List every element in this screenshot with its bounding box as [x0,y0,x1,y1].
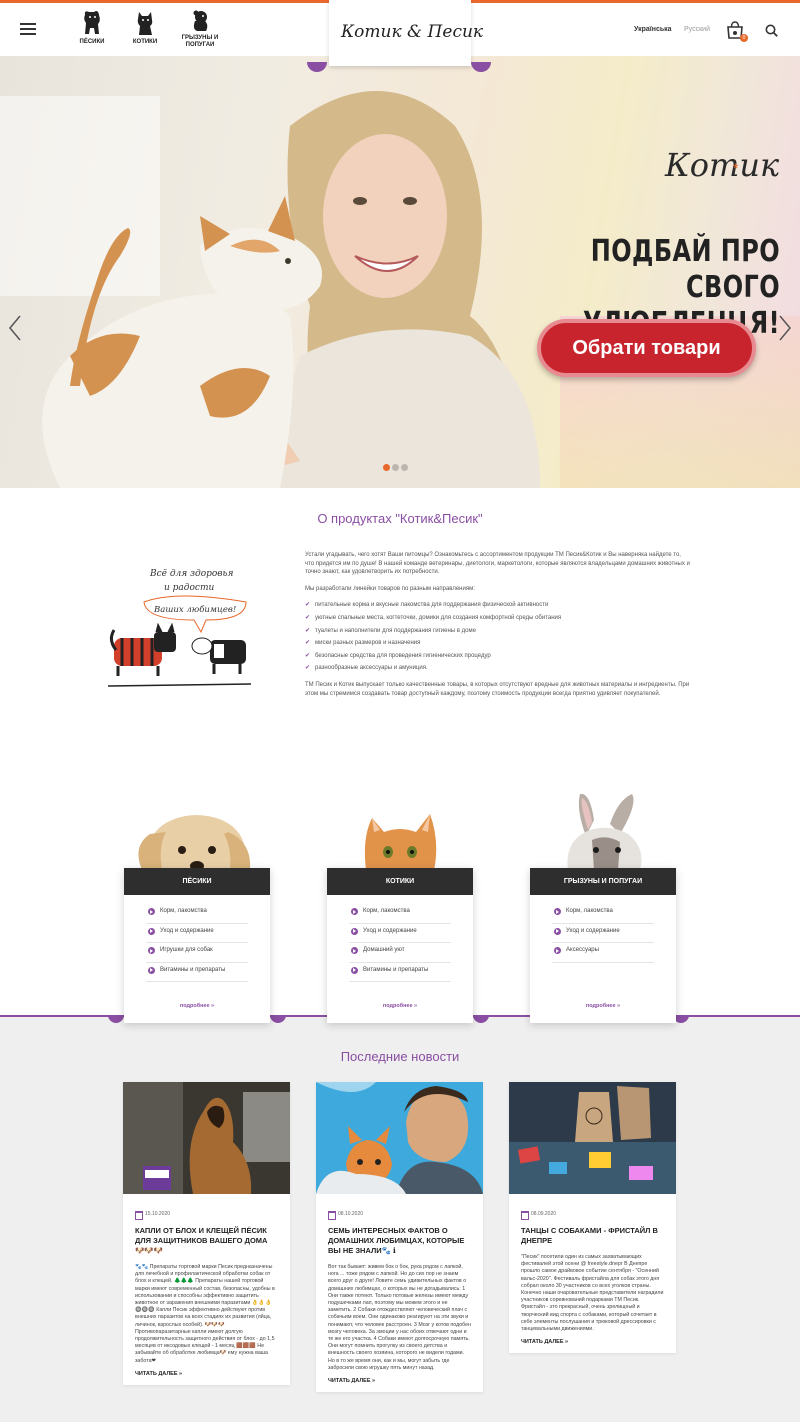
category-card-rodents: ГРЫЗУНЫ И ПОПУГАИ Корм, лакомства Уход и… [530,868,676,1023]
about-list-item: питательные корма и вкусные лакомства дл… [305,601,690,610]
category-link[interactable]: Корм, лакомства [146,904,248,924]
hero-brand-star: * [733,160,739,176]
cart-count-badge: 0 [740,34,748,42]
nav-dogs-label: ПЁСИКИ [79,39,105,45]
hero-cta-button[interactable]: Обрати товари [537,319,756,377]
slider-dot-3[interactable] [401,464,408,471]
news-headline[interactable]: КАПЛИ ОТ БЛОХ И КЛЕЩЕЙ ПЁСИК ДЛЯ ЗАЩИТНИ… [135,1226,278,1256]
news-read-more[interactable]: ЧИТАТЬ ДАЛЕЕ » [328,1378,471,1384]
hero-slider: Котик * ПОДБАЙ ПРО СВОГО УЛЮБЛЕНЦЯ! Обра… [0,56,800,488]
lang-ukrainian[interactable]: Українська [634,26,672,33]
about-list-item: туалеты и наполнители для поддержания ги… [305,627,690,636]
about-illustration: Всё для здоровья и радости Ваших любимце… [107,569,252,687]
category-link[interactable]: Игрушки для собак [146,943,248,963]
category-title[interactable]: КОТИКИ [327,868,473,895]
illustration-caption: Всё для здоровья [149,569,233,579]
site-logo[interactable]: Котик & Песик [307,0,491,72]
lang-russian[interactable]: Русский [684,26,710,33]
about-list: питательные корма и вкусные лакомства дл… [305,601,690,673]
nav-cats[interactable]: КОТИКИ [115,9,175,46]
category-title[interactable]: ПЁСИКИ [124,868,270,895]
about-title: О продуктах "Котик&Песик" [317,511,483,526]
category-link[interactable]: Аксессуары [552,943,654,963]
news-date: 15.10.2020 [135,1211,290,1220]
kitten-photo [364,814,437,870]
category-link[interactable]: Корм, лакомства [349,904,451,924]
slider-dot-2[interactable] [392,464,399,471]
rabbit-photo [567,793,642,870]
nav-rodents-label: ГРЫЗУНЫ И ПОПУГАИ [181,35,219,48]
news-date: 08.09.2020 [521,1211,676,1220]
search-icon[interactable] [765,24,778,37]
about-lines-intro: Мы разработали линейки товаров по разным… [305,585,475,592]
about-intro: Устали угадывать, чего хотят Ваши питомц… [305,552,690,576]
hero-title-line1: ПОДБАЙ ПРО [590,234,780,269]
category-list: Корм, лакомства Уход и содержание Аксесс… [530,895,676,963]
category-title[interactable]: ГРЫЗУНЫ И ПОПУГАИ [530,868,676,895]
category-more-link[interactable]: подробнее » [530,1003,676,1009]
dog-icon [84,11,100,34]
category-card-cats: КОТИКИ Корм, лакомства Уход и содержание… [327,868,473,1023]
news-card: 15.10.2020 КАПЛИ ОТ БЛОХ И КЛЕЩЕЙ ПЁСИК … [123,1082,290,1385]
nav-rodents[interactable]: ГРЫЗУНЫ И ПОПУГАИ [170,9,230,49]
category-card-dogs: ПЁСИКИ Корм, лакомства Уход и содержание… [124,868,270,1023]
news-image-dog-freestyle[interactable] [509,1082,676,1194]
hero-brand-logo: Котик [665,146,780,184]
menu-icon[interactable] [20,23,36,35]
slider-dot-1[interactable] [383,464,390,471]
about-list-item: уютные спальные места, когтеточки, домик… [305,614,690,623]
news-headline[interactable]: ТАНЦЫ С СОБАКАМИ - ФРИСТАЙЛ В ДНЕПРЕ [521,1226,664,1246]
rodent-icon [193,10,208,31]
news-card: 08.10.2020 СЕМЬ ИНТЕРЕСНЫХ ФАКТОВ О ДОМА… [316,1082,483,1393]
hero-photo-woman-with-cat [42,91,540,488]
slider-dots [383,458,410,476]
cat-icon [137,12,153,35]
about-outro: ТМ Песик и Котик выпускает только качест… [305,681,690,697]
about-list-item: безопасные средства для проведения гигие… [305,652,690,661]
category-more-link[interactable]: подробнее » [327,1003,473,1009]
category-link[interactable]: Уход и содержание [552,924,654,943]
news-image-dog-drops[interactable] [123,1082,290,1194]
category-link[interactable]: Уход и содержание [146,924,248,943]
logo-text: Котик & Песик [341,22,484,42]
slider-prev-arrow-icon[interactable] [8,314,22,342]
news-image-man-with-cat[interactable] [316,1082,483,1194]
category-link[interactable]: Домашний уют [349,943,451,963]
slider-next-arrow-icon[interactable] [778,314,792,342]
news-excerpt: Вот так бывает: живем бок о бок, рука ря… [328,1264,472,1371]
about-text: Устали угадывать, чего хотят Ваши питомц… [305,551,690,706]
category-list: Корм, лакомства Уход и содержание Домашн… [327,895,473,982]
news-read-more[interactable]: ЧИТАТЬ ДАЛЕЕ » [521,1339,664,1345]
news-card: 08.09.2020 ТАНЦЫ С СОБАКАМИ - ФРИСТАЙЛ В… [509,1082,676,1354]
news-headline[interactable]: СЕМЬ ИНТЕРЕСНЫХ ФАКТОВ О ДОМАШНИХ ЛЮБИМЦ… [328,1226,471,1256]
nav-cats-label: КОТИКИ [132,39,158,45]
nav-dogs[interactable]: ПЁСИКИ [62,9,122,46]
svg-text:и радости: и радости [164,583,214,593]
category-more-link[interactable]: подробнее » [124,1003,270,1009]
category-link[interactable]: Витамины и препараты [349,963,451,982]
news-title: Последние новости [340,1049,460,1064]
puppy-photo [138,815,251,870]
news-date: 08.10.2020 [328,1211,483,1220]
category-list: Корм, лакомства Уход и содержание Игрушк… [124,895,270,982]
svg-text:Ваших любимцев!: Ваших любимцев! [153,604,236,615]
news-excerpt: "Песик" посетили один из самых захватыва… [521,1254,664,1333]
category-link[interactable]: Корм, лакомства [552,904,654,924]
category-link[interactable]: Уход и содержание [349,924,451,943]
category-link[interactable]: Витамины и препараты [146,963,248,982]
news-excerpt: 🐾🐾 Препараты торговой марки Песик предна… [135,1264,275,1364]
about-list-item: разнообразные аксессуары и амуниция. [305,664,690,673]
news-read-more[interactable]: ЧИТАТЬ ДАЛЕЕ » [135,1371,278,1377]
about-list-item: миски разных размеров и назначения [305,639,690,648]
